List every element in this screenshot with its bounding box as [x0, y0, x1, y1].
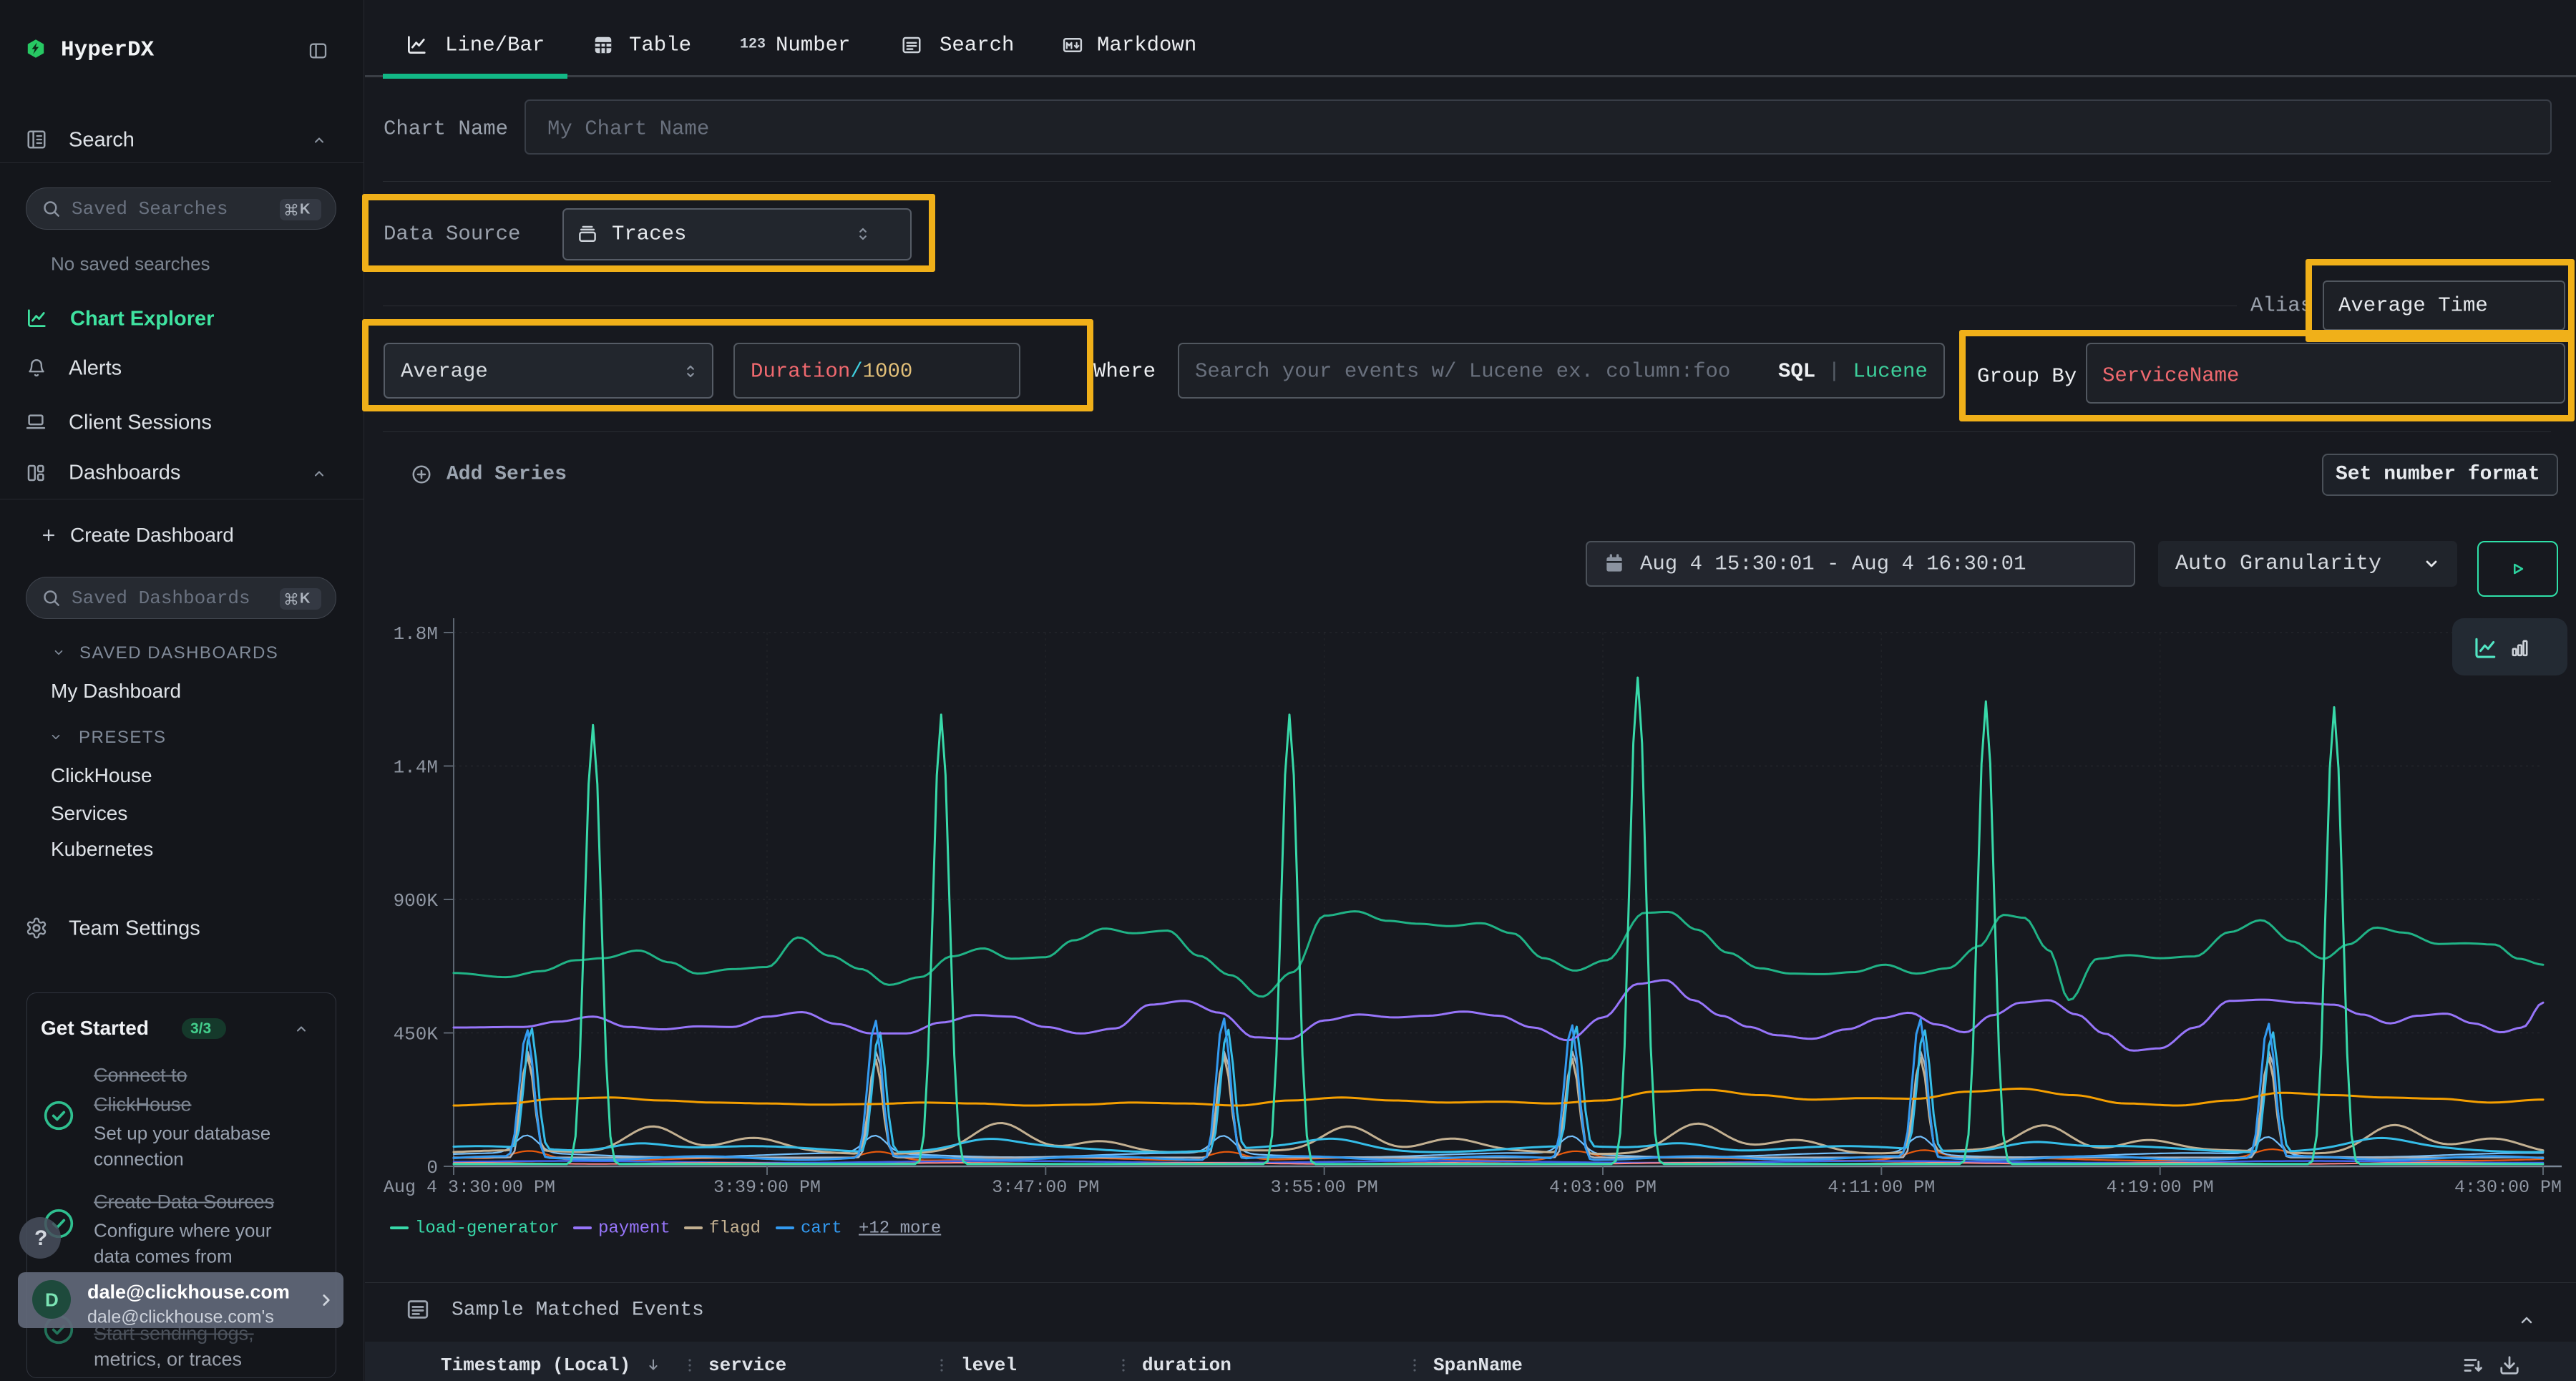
svg-text:4:30:00 PM: 4:30:00 PM	[2454, 1177, 2562, 1198]
svg-text:3:39:00 PM: 3:39:00 PM	[713, 1177, 821, 1198]
svg-text:4:03:00 PM: 4:03:00 PM	[1549, 1177, 1657, 1198]
svg-text:450K: 450K	[394, 1024, 439, 1045]
svg-text:4:19:00 PM: 4:19:00 PM	[2107, 1177, 2214, 1198]
svg-text:4:11:00 PM: 4:11:00 PM	[1828, 1177, 1935, 1198]
svg-text:1.4M: 1.4M	[394, 757, 438, 779]
svg-text:900K: 900K	[394, 890, 439, 912]
svg-text:3:55:00 PM: 3:55:00 PM	[1271, 1177, 1378, 1198]
svg-text:Aug 4 3:30:00 PM: Aug 4 3:30:00 PM	[384, 1177, 555, 1198]
svg-text:3:47:00 PM: 3:47:00 PM	[992, 1177, 1099, 1198]
svg-text:0: 0	[426, 1157, 438, 1179]
svg-text:1.8M: 1.8M	[394, 623, 438, 645]
